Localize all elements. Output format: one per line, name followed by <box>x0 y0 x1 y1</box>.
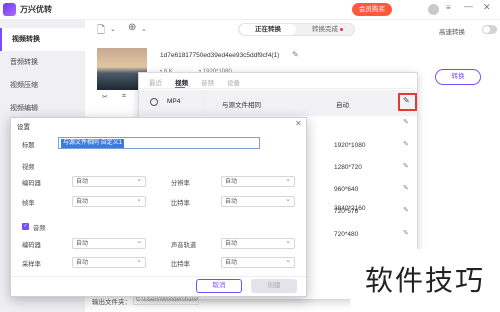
watermark-text: 软件技巧 <box>350 249 500 312</box>
audio-encoder-label: 编码器 <box>22 242 41 249</box>
output-folder-label: 输出文件夹： <box>92 299 131 306</box>
edit-icon[interactable]: ✎ <box>403 229 409 237</box>
source-quality: 自动 <box>336 102 349 109</box>
format-tabs: 最近 视频 音频 设备 <box>139 73 417 89</box>
title-bar: 万兴优转 会员购买 ≡ — ✕ <box>0 0 500 20</box>
add-file-icon[interactable]: 🗋 <box>97 23 105 40</box>
tab-completed[interactable]: 转换完成 <box>297 24 353 35</box>
source-name: 与源文件相同 <box>222 102 261 109</box>
channel-label: 声音轨道 <box>171 242 197 249</box>
resolution-label: 分辨率 <box>171 180 190 187</box>
app-logo <box>3 3 16 16</box>
audio-section-label: 音频 <box>33 225 46 232</box>
tab-audio[interactable]: 音频 <box>201 77 214 87</box>
audio-encoder-select[interactable]: 自动 <box>72 237 146 249</box>
vip-button[interactable]: 会员购买 <box>352 3 392 16</box>
menu-icon[interactable]: ≡ <box>446 3 451 12</box>
cut-icon[interactable]: ✂ <box>102 93 108 101</box>
cancel-button[interactable]: 取消 <box>196 279 242 293</box>
bitrate-select[interactable]: 自动 <box>221 195 295 207</box>
edit-icon[interactable]: ✎ <box>403 184 409 192</box>
high-speed-toggle[interactable] <box>482 25 497 34</box>
resolution-select[interactable]: 自动 <box>221 175 295 187</box>
title-input-value: 与源文件相同 自定义1 <box>61 139 125 148</box>
chevron-down-icon-2[interactable]: ⌄ <box>141 25 147 33</box>
audio-bitrate-select[interactable]: 自动 <box>221 256 295 268</box>
sidebar-item-video-compress[interactable]: 视频压缩 <box>0 74 85 97</box>
edit-icon[interactable]: ✎ <box>403 140 409 148</box>
close-icon[interactable]: ✕ <box>483 2 491 13</box>
framerate-select[interactable]: 自动 <box>72 195 146 207</box>
video-section-label: 视频 <box>22 164 35 171</box>
tab-converting[interactable]: 正在转换 <box>240 24 296 35</box>
rename-icon[interactable]: ✎ <box>292 50 299 59</box>
edit-icon[interactable]: ✎ <box>403 162 409 170</box>
sidebar-item-video-convert[interactable]: 视频转换 <box>0 28 85 51</box>
samplerate-select[interactable]: 自动 <box>72 256 146 268</box>
create-button[interactable]: 创建 <box>251 279 297 293</box>
avatar[interactable] <box>428 4 439 15</box>
tab-device[interactable]: 设备 <box>227 77 240 87</box>
tab-recent[interactable]: 最近 <box>149 77 162 87</box>
encoder-label: 编码器 <box>22 180 41 187</box>
audio-bitrate-label: 比特率 <box>171 261 190 268</box>
encoder-select[interactable]: 自动 <box>72 175 146 187</box>
play-icon <box>150 98 158 106</box>
app-title: 万兴优转 <box>20 5 52 14</box>
framerate-label: 帧率 <box>22 200 35 207</box>
dialog-title: 设置 <box>17 124 30 131</box>
file-name: 1d7e61817750ed39ed4ee93c5ddf9cf4(1) <box>160 52 280 59</box>
high-speed-label: 高速转换 <box>439 29 465 36</box>
active-tab-indicator <box>175 87 185 88</box>
bitrate-label: 比特率 <box>171 200 190 207</box>
minimize-icon[interactable]: — <box>464 1 473 11</box>
settings-dialog: 设置 ✕ 标题 与源文件相同 自定义1 视频 编码器 自动 分辨率 自动 帧率 … <box>10 117 307 297</box>
tab-video[interactable]: 视频 <box>175 77 188 87</box>
edit-icon[interactable]: ✎ <box>403 118 409 126</box>
audio-checkbox[interactable]: ✓ <box>22 223 29 230</box>
title-input[interactable]: 与源文件相同 自定义1 <box>58 137 260 149</box>
sidebar-item-audio-convert[interactable]: 音频转换 <box>0 51 85 74</box>
edit-icon: ✎ <box>403 96 410 105</box>
channel-select[interactable]: 自动 <box>221 237 295 249</box>
add-url-icon[interactable]: ⊕ <box>128 22 136 33</box>
format-item-mp4[interactable]: MP4 <box>139 90 205 116</box>
notification-dot <box>340 28 343 31</box>
close-icon[interactable]: ✕ <box>295 119 302 128</box>
format-name: MP4 <box>167 98 181 105</box>
status-tabs: 正在转换 转换完成 <box>238 23 355 36</box>
title-label: 标题 <box>22 142 35 149</box>
convert-button[interactable]: 转换 <box>435 69 481 85</box>
crop-icon[interactable]: ⌗ <box>122 93 126 101</box>
quality-row-source[interactable]: 与源文件相同 自动 <box>206 90 417 116</box>
samplerate-label: 采样率 <box>22 261 41 268</box>
chevron-down-icon[interactable]: ⌄ <box>110 25 116 33</box>
edit-icon[interactable]: ✎ <box>403 206 409 214</box>
